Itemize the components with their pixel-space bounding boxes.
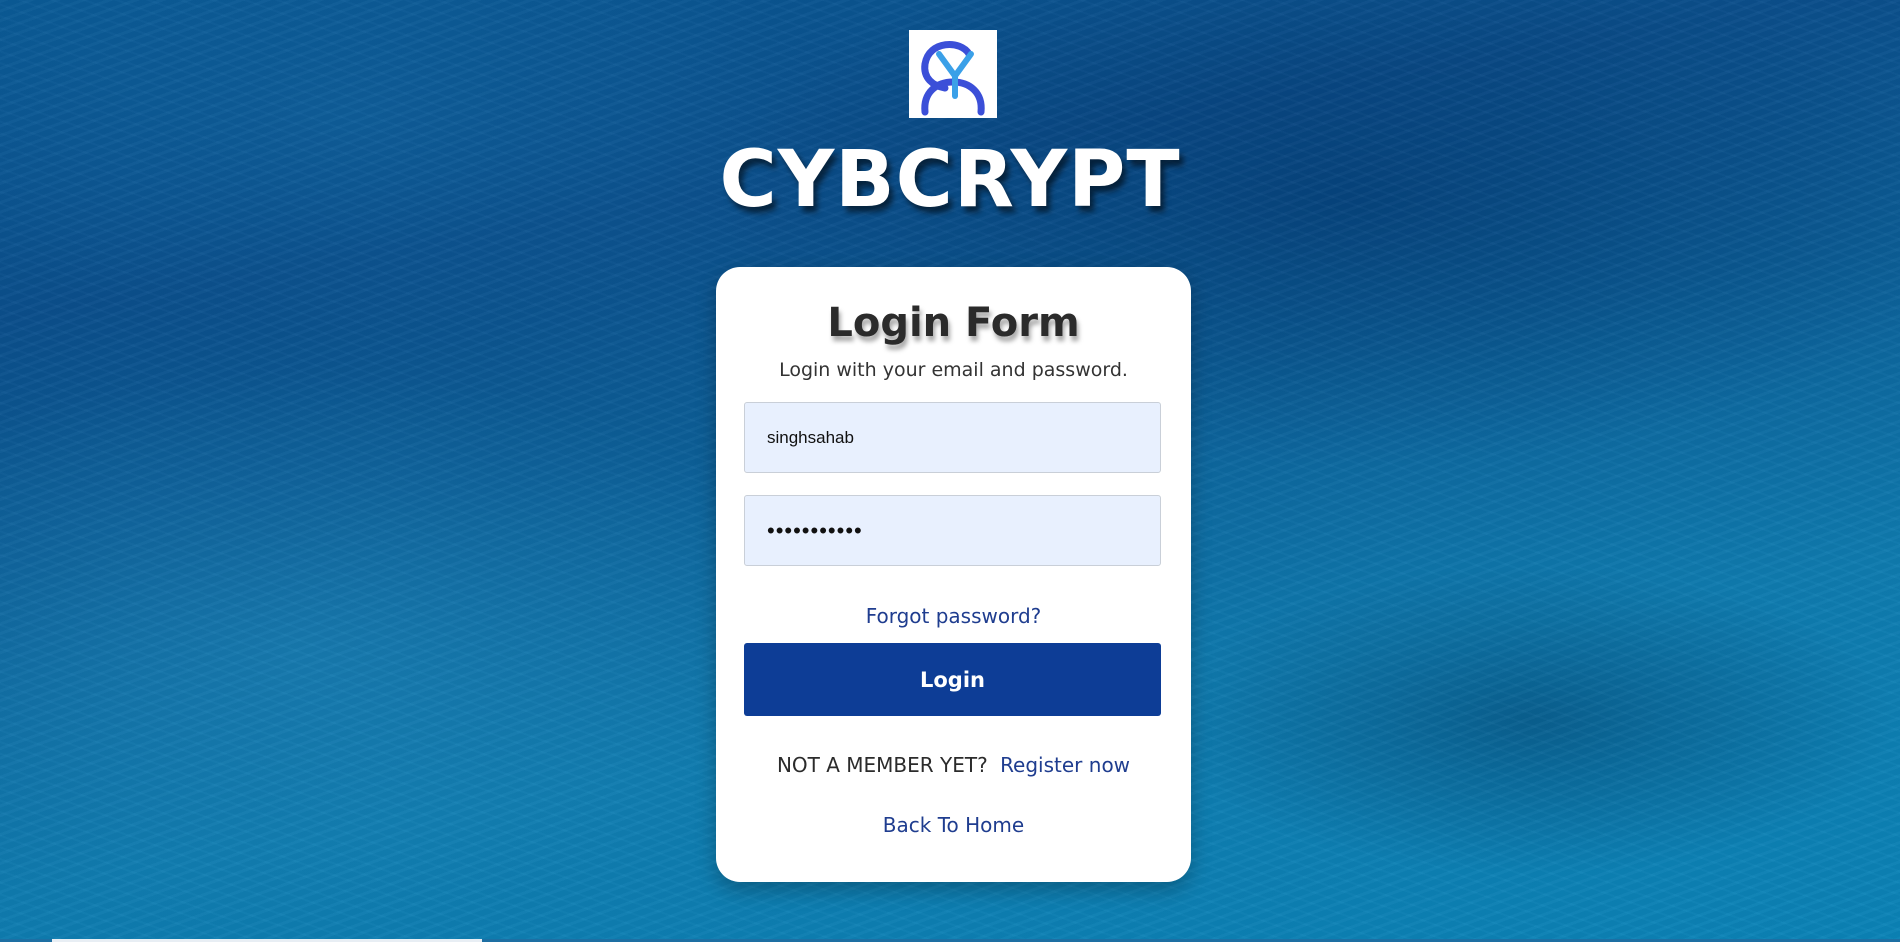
username-input[interactable] (744, 402, 1161, 473)
signup-prompt: NOT A MEMBER YET? Register now (716, 750, 1191, 780)
register-now-link[interactable]: Register now (1000, 753, 1130, 777)
forgot-password-link[interactable]: Forgot password? (716, 601, 1191, 631)
login-button[interactable]: Login (744, 643, 1161, 716)
not-member-text: NOT A MEMBER YET? (776, 753, 988, 777)
cybcrypt-logo (909, 30, 997, 118)
site-title: CYBCRYPT (719, 135, 1181, 225)
back-to-home-link[interactable]: Back To Home (716, 810, 1191, 840)
cy-monogram-logo-icon (921, 41, 985, 116)
login-card: Login Form Login with your email and pas… (716, 267, 1191, 882)
password-input[interactable] (744, 495, 1161, 566)
login-form-title: Login Form (827, 300, 1080, 346)
login-form-subtitle: Login with your email and password. (779, 359, 1128, 381)
